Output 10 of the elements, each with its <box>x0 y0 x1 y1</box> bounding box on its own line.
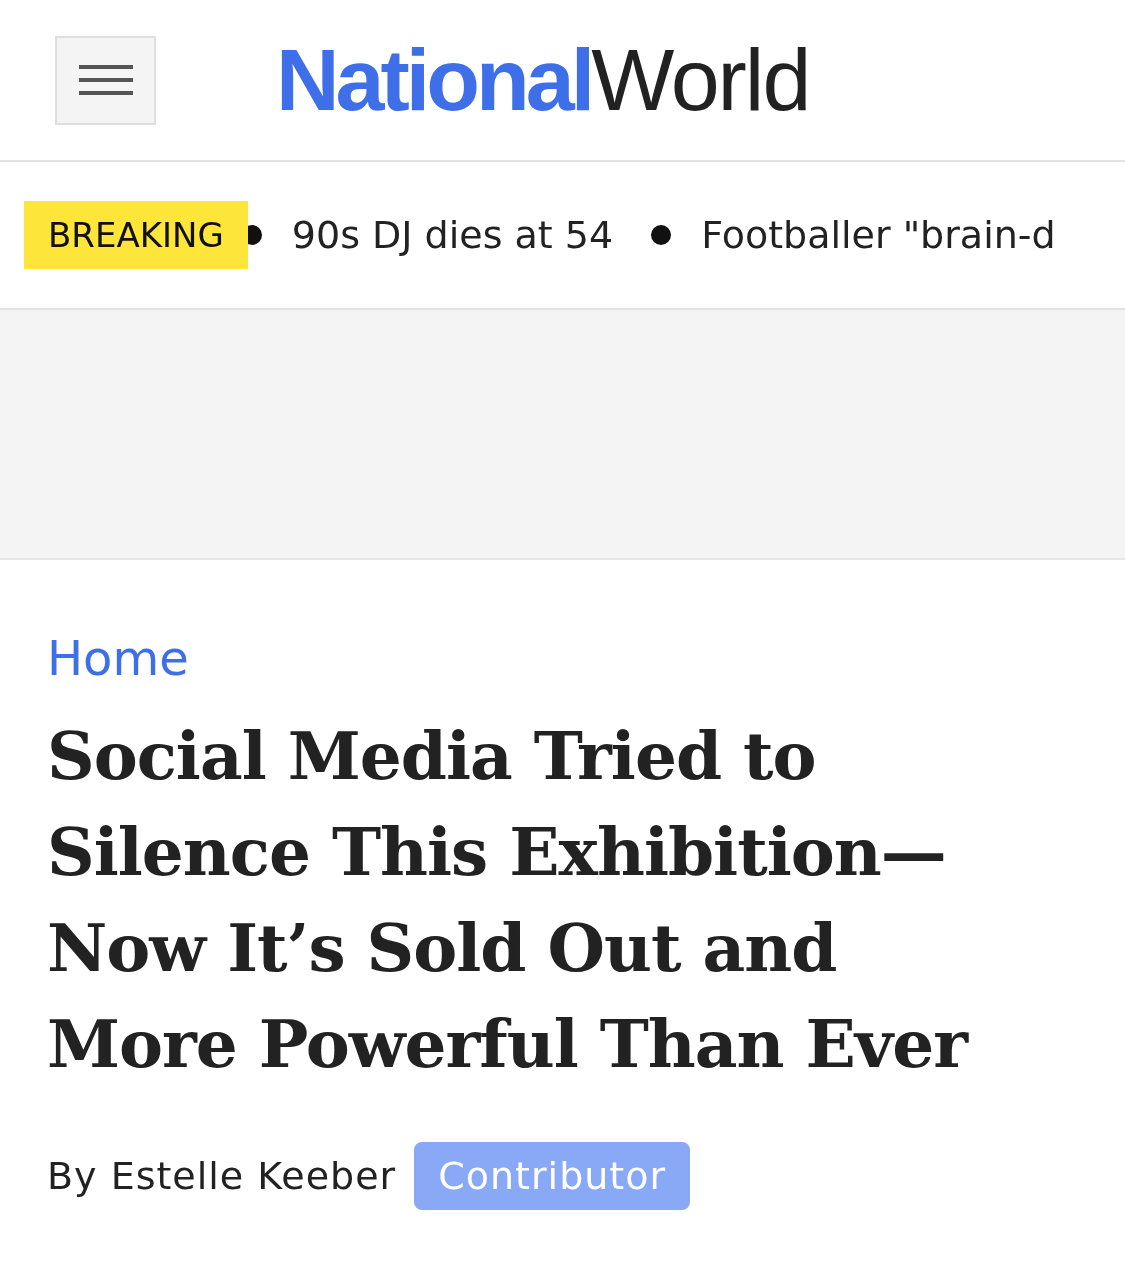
ticker-headline[interactable]: 90s DJ dies at 54 <box>291 213 614 257</box>
menu-button[interactable] <box>55 35 156 125</box>
breadcrumb-link[interactable]: Home <box>47 630 189 686</box>
author-byline: By Estelle Keeber <box>47 1154 397 1198</box>
ticker-headline[interactable]: Footballer "brain-d <box>701 213 1056 257</box>
bullet-icon <box>651 225 672 245</box>
breaking-label: BREAKING <box>24 201 248 269</box>
site-logo[interactable]: NationalWorld <box>276 36 810 124</box>
contributor-badge: Contributor <box>414 1142 691 1210</box>
article-headline: Social Media Tried to Silence This Exhibition—Now It’s Sold Out and More Powerful Than Ever <box>47 716 970 1085</box>
